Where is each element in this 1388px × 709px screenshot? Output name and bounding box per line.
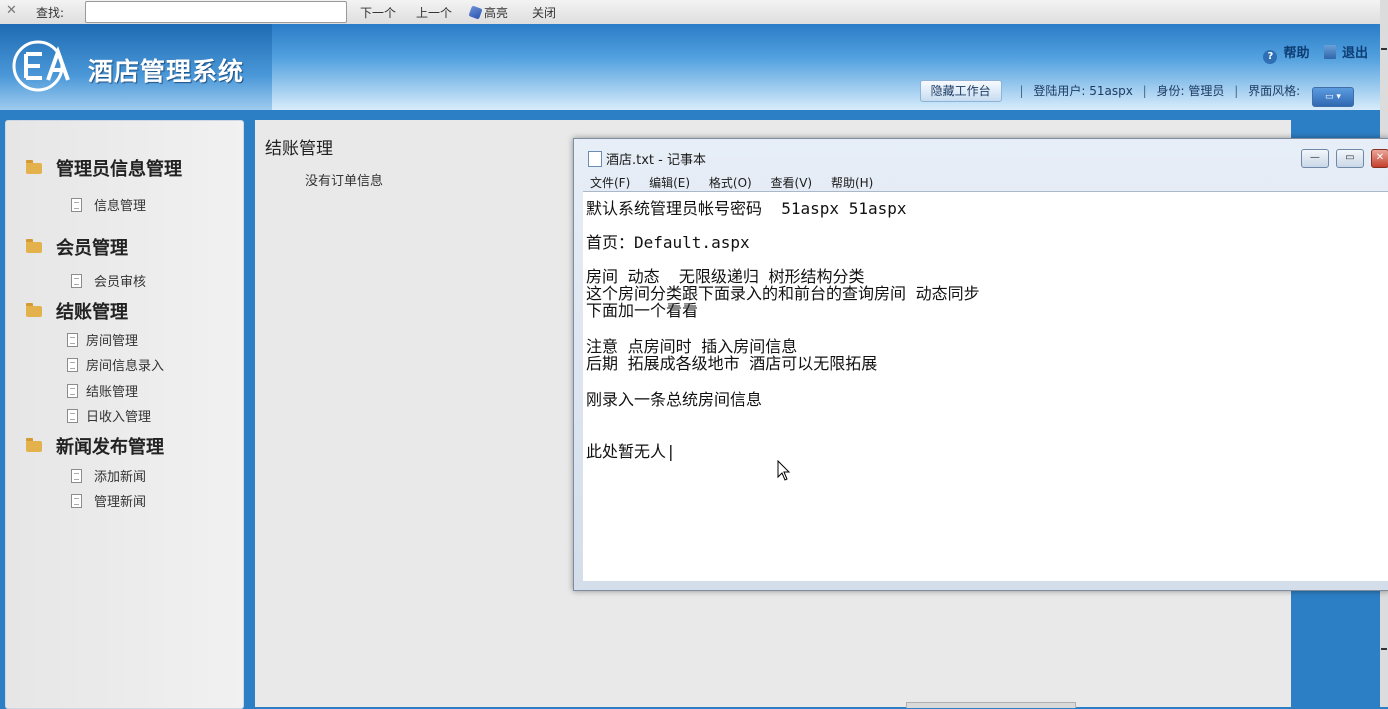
sidebar-group-news[interactable]: 新闻发布管理 <box>26 433 164 459</box>
sidebar-item-daily-income[interactable]: 日收入管理 <box>67 406 151 425</box>
sidebar-item-add-news[interactable]: 添加新闻 <box>71 466 146 485</box>
notepad-title: 酒店.txt - 记事本 <box>588 149 706 168</box>
hide-workspace-button[interactable]: 隐藏工作台 <box>919 80 1002 102</box>
theme-label: 界面风格: <box>1248 84 1301 98</box>
document-icon <box>71 469 82 483</box>
sidebar-item-info[interactable]: 信息管理 <box>71 195 146 214</box>
sidebar: 管理员信息管理 信息管理 会员管理 会员审核 结账管理 房间管理 房间信息录入 … <box>5 120 244 709</box>
top-links: ? 帮助 退出 <box>1253 42 1368 64</box>
minimize-button[interactable]: — <box>1300 149 1329 168</box>
document-icon <box>67 384 78 398</box>
user-bar: 隐藏工作台 | 登陆用户: 51aspx | 身份: 管理员 | 界面风格: ▭… <box>919 80 1354 107</box>
empty-message: 没有订单信息 <box>305 174 384 189</box>
text-line: 首页：Default.aspx <box>586 233 750 252</box>
theme-dropdown[interactable]: ▭ ▾ <box>1312 87 1354 107</box>
notepad-menu-bar: 文件(F) 编辑(E) 格式(O) 查看(V) 帮助(H) <box>590 174 888 191</box>
login-user-label: 登陆用户: <box>1033 84 1086 98</box>
window-controls: — ▭ ✕ <box>1299 149 1388 168</box>
text-line: 刚录入一条总统房间信息 <box>586 390 763 409</box>
find-input[interactable] <box>85 1 347 23</box>
mouse-pointer-icon <box>777 460 791 481</box>
menu-file[interactable]: 文件(F) <box>590 176 630 190</box>
sidebar-item-checkout[interactable]: 结账管理 <box>67 381 138 400</box>
document-icon <box>71 198 82 212</box>
sidebar-group-member[interactable]: 会员管理 <box>26 234 128 260</box>
app-title: 酒店管理系统 <box>88 57 245 86</box>
app-logo <box>12 40 76 92</box>
sidebar-item-room-manage[interactable]: 房间管理 <box>67 330 138 349</box>
sidebar-item-room-entry[interactable]: 房间信息录入 <box>67 355 164 374</box>
highlight-button[interactable]: 高亮 <box>468 4 508 21</box>
folder-icon <box>26 303 42 317</box>
menu-view[interactable]: 查看(V) <box>771 176 813 190</box>
find-next-button[interactable]: 下一个 <box>360 4 396 21</box>
help-link[interactable]: ? 帮助 <box>1263 46 1309 64</box>
exit-icon <box>1323 45 1336 59</box>
document-icon <box>67 333 78 347</box>
find-bar: ✕ 查找: 下一个 上一个 高亮 关闭 <box>0 0 1388 25</box>
text-line: 默认系统管理员帐号密码 51aspx 51aspx <box>586 199 907 218</box>
document-icon <box>67 358 78 372</box>
document-icon <box>71 274 82 288</box>
login-user: 51aspx <box>1089 84 1133 98</box>
text-line: 下面加一个看看 <box>586 301 699 320</box>
document-icon <box>67 409 78 423</box>
close-window-button[interactable]: ✕ <box>1371 149 1388 168</box>
folder-icon <box>26 239 42 253</box>
menu-help[interactable]: 帮助(H) <box>831 176 873 190</box>
close-find-icon[interactable]: ✕ <box>6 3 17 18</box>
document-icon <box>71 494 82 508</box>
menu-format[interactable]: 格式(O) <box>709 176 752 190</box>
role-label: 身份: <box>1156 84 1185 98</box>
notepad-file-icon <box>588 151 602 167</box>
maximize-button[interactable]: ▭ <box>1335 149 1364 168</box>
notepad-window: 酒店.txt - 记事本 — ▭ ✕ 文件(F) 编辑(E) 格式(O) 查看(… <box>573 138 1388 591</box>
role-value: 管理员 <box>1188 84 1225 98</box>
sidebar-item-member-review[interactable]: 会员审核 <box>71 271 146 290</box>
text-line: 房间 动态 无限级递归 树形结构分类 <box>586 267 865 286</box>
sidebar-group-checkout[interactable]: 结账管理 <box>26 298 128 324</box>
menu-edit[interactable]: 编辑(E) <box>649 176 690 190</box>
folder-icon <box>26 160 42 174</box>
find-label: 查找: <box>36 6 65 20</box>
help-icon: ? <box>1263 50 1278 64</box>
find-prev-button[interactable]: 上一个 <box>416 4 452 21</box>
text-line: 这个房间分类跟下面录入的和前台的查询房间 动态同步 <box>586 284 980 303</box>
text-line: 后期 拓展成各级地市 酒店可以无限拓展 <box>586 354 878 373</box>
app-header: 酒店管理系统 ? 帮助 退出 隐藏工作台 | 登陆用户: 51aspx | 身份:… <box>0 24 1380 110</box>
notepad-text-area[interactable]: 默认系统管理员帐号密码 51aspx 51aspx 首页：Default.asp… <box>583 191 1388 581</box>
folder-icon <box>26 438 42 452</box>
sidebar-item-manage-news[interactable]: 管理新闻 <box>71 491 146 510</box>
page-title: 结账管理 <box>265 139 333 159</box>
bottom-scroll-tab[interactable] <box>906 702 1076 708</box>
sidebar-group-admin[interactable]: 管理员信息管理 <box>26 155 182 181</box>
highlight-icon <box>468 5 483 20</box>
find-close-button[interactable]: 关闭 <box>532 4 556 21</box>
logout-link[interactable]: 退出 <box>1323 45 1368 61</box>
text-line: 注意 点房间时 插入房间信息 <box>586 337 798 356</box>
text-line: 此处暂无人| <box>586 442 676 461</box>
